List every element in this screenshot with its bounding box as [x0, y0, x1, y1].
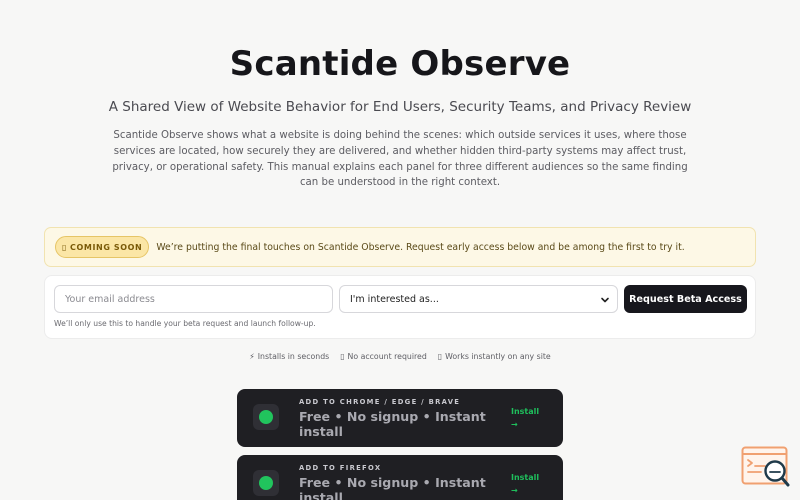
email-helper-text: We’ll only use this to handle your beta …	[54, 319, 316, 328]
browser-label: ADD TO CHROME / EDGE / BRAVE	[299, 398, 461, 406]
install-chrome-link[interactable]: Install →	[511, 405, 551, 431]
email-field[interactable]	[54, 285, 333, 313]
beta-signup-form: I'm interested as... Request Beta Access…	[44, 275, 756, 339]
feature-no-account: ▯ No account required	[340, 352, 427, 361]
install-chrome-card[interactable]: ADD TO CHROME / EDGE / BRAVE Free • No s…	[237, 389, 563, 447]
scan-search-widget-icon[interactable]	[741, 446, 791, 488]
feature-any-site: ▯ Works instantly on any site	[438, 352, 551, 361]
extension-icon	[253, 470, 279, 496]
arrow-right-icon: →	[511, 486, 518, 495]
globe-icon: ▯	[437, 352, 443, 361]
chevron-down-icon	[601, 297, 609, 303]
install-firefox-link[interactable]: Install →	[511, 471, 551, 497]
extension-icon	[253, 404, 279, 430]
notice-text: We’re putting the final touches on Scant…	[156, 241, 685, 253]
intro-paragraph: Scantide Observe shows what a website is…	[112, 130, 688, 189]
badge-icon: ▯	[62, 242, 68, 252]
feature-label: Installs in seconds	[257, 352, 330, 361]
badge-label: COMING SOON	[70, 242, 143, 252]
interest-select[interactable]: I'm interested as...	[339, 285, 618, 313]
browser-label: ADD TO FIREFOX	[299, 464, 382, 472]
feature-label: No account required	[347, 352, 427, 361]
feature-highlights: ⚡ Installs in seconds ▯ No account requi…	[0, 352, 800, 361]
coming-soon-banner: ▯ COMING SOON We’re putting the final to…	[44, 227, 756, 267]
coming-soon-badge: ▯ COMING SOON	[55, 236, 150, 258]
page-subtitle: A Shared View of Website Behavior for En…	[108, 99, 692, 115]
request-beta-button[interactable]: Request Beta Access	[624, 285, 747, 313]
arrow-right-icon: →	[511, 420, 518, 429]
install-firefox-card[interactable]: ADD TO FIREFOX Free • No signup • Instan…	[237, 455, 563, 500]
install-headline: Free • No signup • Instant install	[299, 475, 486, 500]
install-headline: Free • No signup • Instant install	[299, 409, 486, 439]
interest-select-value: I'm interested as...	[350, 293, 439, 305]
lightning-icon: ⚡	[249, 352, 255, 361]
feature-label: Works instantly on any site	[445, 352, 551, 361]
user-icon: ▯	[340, 352, 345, 361]
feature-install-speed: ⚡ Installs in seconds	[249, 352, 329, 361]
page-title: Scantide Observe	[229, 44, 571, 84]
